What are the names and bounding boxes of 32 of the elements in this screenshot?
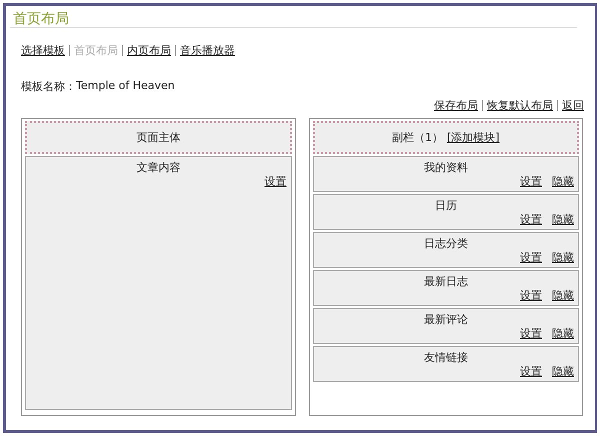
module-title: 最新评论	[422, 313, 469, 327]
hide-link[interactable]: 隐藏	[552, 327, 574, 341]
save-layout-link[interactable]: 保存布局	[434, 98, 478, 113]
module-title: 文章内容	[135, 161, 182, 175]
settings-link[interactable]: 设置	[520, 251, 542, 265]
hide-link[interactable]: 隐藏	[552, 213, 574, 227]
hide-link[interactable]: 隐藏	[552, 365, 574, 379]
module-title: 最新日志	[422, 275, 469, 289]
settings-link[interactable]: 设置	[520, 327, 542, 341]
hide-link[interactable]: 隐藏	[552, 175, 574, 189]
settings-link[interactable]: 设置	[520, 213, 542, 227]
template-name: Temple of Heaven	[76, 79, 175, 94]
page-title: 首页布局	[10, 6, 577, 28]
hide-link[interactable]: 隐藏	[552, 251, 574, 265]
add-module-link[interactable]: [添加模块]	[446, 130, 500, 145]
nav-link[interactable]: 内页布局	[127, 42, 171, 58]
settings-link[interactable]: 设置	[264, 175, 286, 189]
column-title: 副栏（1）	[392, 130, 443, 145]
settings-link[interactable]: 设置	[520, 365, 542, 379]
back-link[interactable]: 返回	[562, 98, 584, 113]
restore-default-link[interactable]: 恢复默认布局	[487, 98, 553, 113]
settings-link[interactable]: 设置	[520, 175, 542, 189]
module-title: 我的资料	[422, 161, 469, 175]
nav-link[interactable]: 选择模板	[21, 42, 65, 58]
hide-link[interactable]: 隐藏	[552, 289, 574, 303]
nav-link[interactable]: 音乐播放器	[180, 42, 235, 58]
template-name-label: 模板名称：	[21, 79, 76, 94]
column-title: 页面主体	[136, 130, 180, 145]
module-title: 友情链接	[422, 351, 469, 365]
module-title: 日志分类	[422, 237, 469, 251]
module-title: 日历	[434, 199, 458, 213]
settings-link[interactable]: 设置	[520, 289, 542, 303]
